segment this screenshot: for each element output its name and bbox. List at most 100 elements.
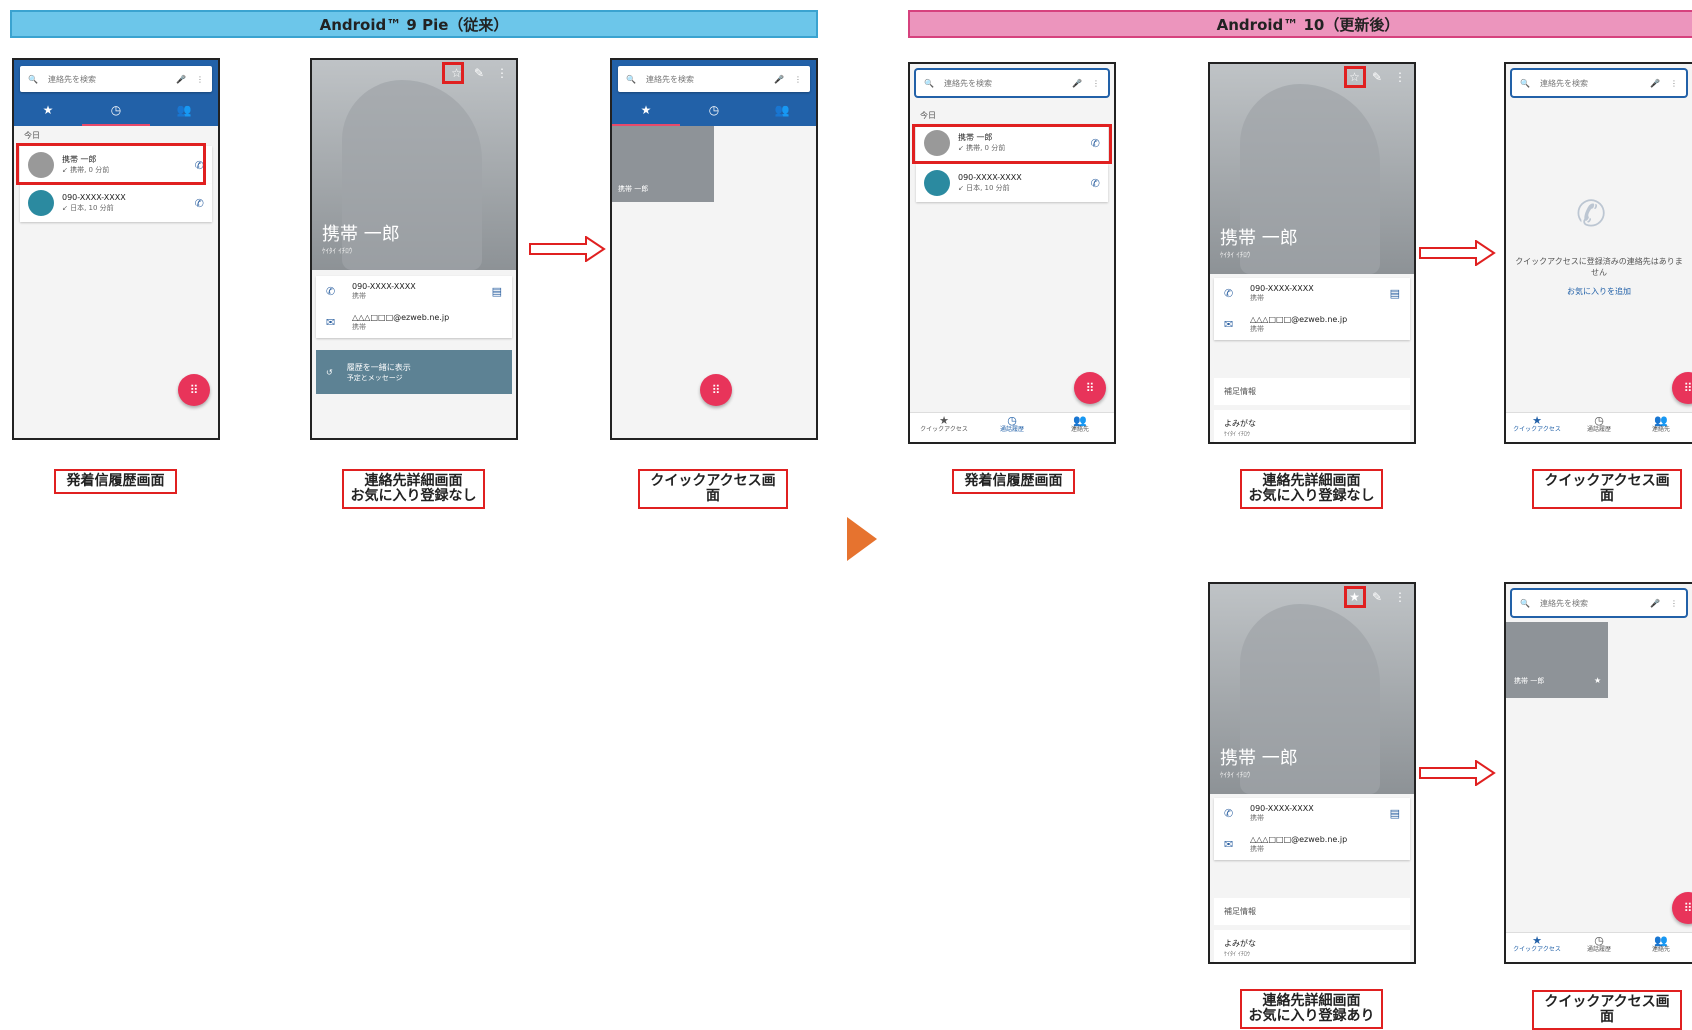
mic-icon[interactable]: 🎤: [176, 75, 186, 84]
clock-icon: ◷: [1594, 934, 1604, 947]
more-icon[interactable]: ⋮: [1394, 590, 1406, 604]
row-name: 090-XXXX-XXXX: [958, 173, 1022, 182]
edit-icon[interactable]: ✎: [1372, 70, 1382, 84]
nav-history[interactable]: ◷ 通話履歴: [1568, 933, 1630, 962]
yomigana-row: よみがな ｹｲﾀｲ ｲﾁﾛｳ: [1214, 930, 1410, 962]
search-bar[interactable]: 🔍 連絡先を検索 🎤 ⋮: [20, 66, 212, 92]
android9-header: Android™ 9 Pie（従来）: [10, 10, 818, 38]
search-bar[interactable]: 🔍 連絡先を検索 🎤 ⋮: [916, 70, 1108, 96]
search-placeholder: 連絡先を検索: [1539, 78, 1588, 88]
mic-icon[interactable]: 🎤: [1072, 79, 1082, 88]
row-sub: ↙ 日本, 10 分前: [958, 184, 1010, 192]
more-icon[interactable]: ⋮: [1092, 79, 1100, 88]
search-bar[interactable]: 🔍 連絡先を検索 🎤 ⋮: [618, 66, 810, 92]
mic-icon[interactable]: 🎤: [1650, 79, 1660, 88]
play-arrow-icon: [847, 517, 877, 561]
phone-icon[interactable]: ✆: [1091, 177, 1100, 190]
dialpad-icon[interactable]: ⠿: [1074, 372, 1106, 404]
mail-icon: ✉: [326, 316, 336, 329]
contact-card: ✆ 090-XXXX-XXXX 携帯 ▤ ✉ △△△□□□@ezweb.ne.jp 携帯: [316, 276, 512, 338]
contact-kana: ｹｲﾀｲ ｲﾁﾛｳ: [322, 247, 353, 255]
nav-history[interactable]: ◷ 通話履歴: [1568, 413, 1630, 442]
nav-quick[interactable]: ★ クイックアクセス: [1506, 933, 1568, 962]
nav-contacts[interactable]: 👥 連絡先: [1630, 933, 1692, 962]
highlight-box: [1344, 66, 1366, 88]
dialpad-icon[interactable]: ⠿: [1672, 372, 1692, 404]
tab-favorites[interactable]: ★: [14, 96, 82, 126]
phone-line[interactable]: ✆ 090-XXXX-XXXX 携帯 ▤: [1214, 278, 1410, 309]
clock-icon: ◷: [1007, 414, 1017, 427]
more-icon[interactable]: ⋮: [1670, 599, 1678, 608]
email-line[interactable]: ✉ △△△□□□@ezweb.ne.jp 携帯: [316, 307, 512, 338]
history-together-item[interactable]: ↺ 履歴を一緒に表示 予定とメッセージ: [316, 350, 512, 394]
search-bar[interactable]: 🔍 連絡先を検索 🎤 ⋮: [1512, 70, 1686, 96]
nav-history[interactable]: ◷ 通話履歴: [978, 413, 1046, 442]
mic-icon[interactable]: 🎤: [774, 75, 784, 84]
arrow-icon: [529, 236, 606, 262]
mic-icon[interactable]: 🎤: [1650, 599, 1660, 608]
empty-message: クイックアクセスに登録済みの連絡先はありません: [1515, 257, 1683, 277]
message-icon[interactable]: ▤: [1390, 807, 1400, 820]
add-favorite-link[interactable]: お気に入りを追加: [1506, 286, 1692, 297]
tab-history[interactable]: ◷: [82, 96, 150, 126]
edit-icon[interactable]: ✎: [1372, 590, 1382, 604]
search-icon: 🔍: [1520, 598, 1530, 608]
contact-kana: ｹｲﾀｲ ｲﾁﾛｳ: [1220, 771, 1251, 779]
phone-number: 090-XXXX-XXXX: [1250, 804, 1314, 813]
tab-contacts[interactable]: 👥: [748, 96, 816, 126]
tab-favorites[interactable]: ★: [612, 96, 680, 126]
phone-icon[interactable]: ✆: [195, 197, 204, 210]
search-icon: 🔍: [1520, 78, 1530, 88]
history-row[interactable]: 090-XXXX-XXXX ↙ 日本, 10 分前 ✆: [20, 184, 212, 222]
history-icon: ↺: [326, 367, 333, 377]
dialpad-icon[interactable]: ⠿: [178, 374, 210, 406]
tab-history[interactable]: ◷: [680, 96, 748, 126]
star-icon: ★: [939, 414, 949, 427]
star-icon: ★: [1532, 414, 1542, 427]
email-line[interactable]: ✉ △△△□□□@ezweb.ne.jp 携帯: [1214, 309, 1410, 340]
caption-detail: 連絡先詳細画面 お気に入り登録なし: [342, 469, 485, 509]
message-icon[interactable]: ▤: [1390, 287, 1400, 300]
nav-contacts[interactable]: 👥 連絡先: [1046, 413, 1114, 442]
more-icon[interactable]: ⋮: [794, 75, 802, 84]
contact-card: ✆ 090-XXXX-XXXX 携帯 ▤ ✉ △△△□□□@ezweb.ne.jp 携帯: [1214, 798, 1410, 860]
a10-history-screen: 🔍 連絡先を検索 🎤 ⋮ 今日 携帯 一郎 ↙ 携帯, 0 分前 ✆ 090-XXXX-X…: [908, 62, 1116, 444]
phone-icon: ✆: [326, 285, 336, 298]
star-icon: ★: [1532, 934, 1542, 947]
email-type: 携帯: [1250, 325, 1264, 333]
edit-icon[interactable]: ✎: [474, 66, 484, 80]
more-icon[interactable]: ⋮: [1394, 70, 1406, 84]
message-icon[interactable]: ▤: [492, 285, 502, 298]
history-row[interactable]: 090-XXXX-XXXX ↙ 日本, 10 分前 ✆: [916, 164, 1108, 202]
nav-quick[interactable]: ★ クイックアクセス: [1506, 413, 1568, 442]
email-line[interactable]: ✉ △△△□□□@ezweb.ne.jp 携帯: [1214, 829, 1410, 860]
dialpad-icon[interactable]: ⠿: [700, 374, 732, 406]
email-type: 携帯: [1250, 845, 1264, 853]
phone-number: 090-XXXX-XXXX: [1250, 284, 1314, 293]
avatar: [28, 190, 54, 216]
email-address: △△△□□□@ezweb.ne.jp: [1250, 315, 1348, 324]
search-bar[interactable]: 🔍 連絡先を検索 🎤 ⋮: [1512, 590, 1686, 616]
day-label: 今日: [24, 131, 40, 140]
nav-contacts[interactable]: 👥 連絡先: [1630, 413, 1692, 442]
a9-history-screen: 🔍 連絡先を検索 🎤 ⋮ ★ ◷ 👥 今日 携帯 一郎 ↙ 携帯, 0 分前 ✆ 090-XX…: [12, 58, 220, 440]
bottom-nav: ★ クイックアクセス ◷ 通話履歴 👥 連絡先: [1506, 932, 1692, 962]
more-icon[interactable]: ⋮: [1670, 79, 1678, 88]
history-sub: 予定とメッセージ: [346, 373, 403, 382]
phone-type: 携帯: [352, 292, 366, 300]
caption-history: 発着信履歴画面: [54, 469, 177, 494]
contact-name: 携帯 一郎: [1220, 748, 1298, 769]
star-icon: ★: [1594, 676, 1602, 685]
highlight-box: [16, 143, 206, 185]
dialpad-icon[interactable]: ⠿: [1672, 892, 1692, 924]
more-icon[interactable]: ⋮: [496, 66, 508, 80]
nav-quick[interactable]: ★ クイックアクセス: [910, 413, 978, 442]
tile-name: 携帯 一郎: [1514, 677, 1545, 685]
more-icon[interactable]: ⋮: [196, 75, 204, 84]
contact-card: ✆ 090-XXXX-XXXX 携帯 ▤ ✉ △△△□□□@ezweb.ne.jp 携帯: [1214, 278, 1410, 340]
phone-line[interactable]: ✆ 090-XXXX-XXXX 携帯 ▤: [316, 276, 512, 307]
search-placeholder: 連絡先を検索: [1539, 598, 1588, 608]
phone-line[interactable]: ✆ 090-XXXX-XXXX 携帯 ▤: [1214, 798, 1410, 829]
tab-contacts[interactable]: 👥: [150, 96, 218, 126]
quick-contact-tile[interactable]: [1506, 622, 1608, 698]
